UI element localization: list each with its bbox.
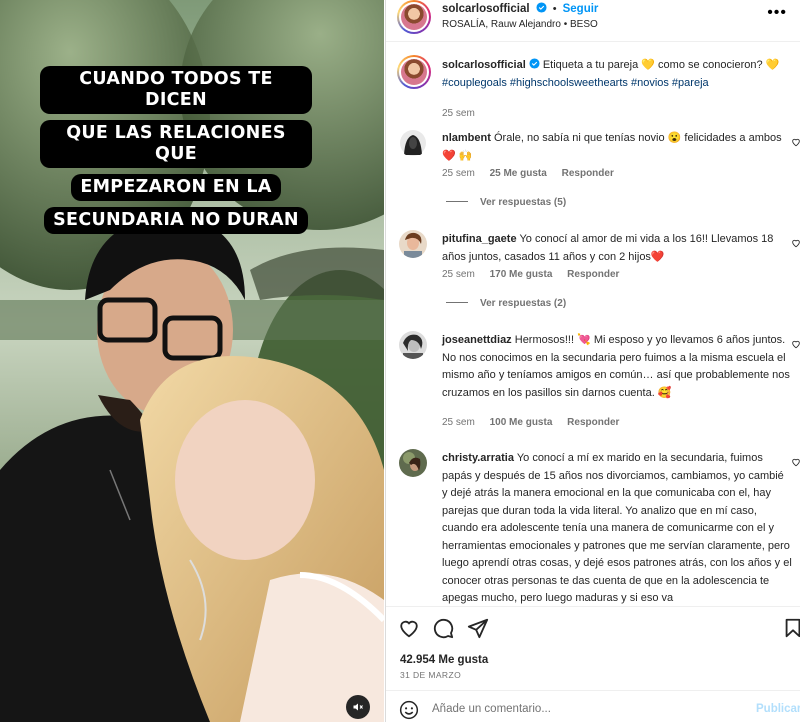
caption-text: Etiqueta a tu pareja 💛 como se conociero… <box>542 59 780 71</box>
comments-list[interactable]: solcarlosofficial Etiqueta a tu pareja 💛… <box>386 43 800 606</box>
view-replies-button[interactable]: Ver respuestas (5) <box>446 197 566 208</box>
caption-hashtags[interactable]: #couplegoals #highschoolsweethearts #nov… <box>442 77 709 89</box>
bookmark-icon[interactable] <box>782 617 800 639</box>
comment-username[interactable]: christy.arratia <box>442 452 514 464</box>
mute-icon <box>353 703 363 711</box>
commenter-avatar[interactable] <box>399 331 427 359</box>
overlay-line: CUANDO TODOS TE DICEN <box>40 66 312 114</box>
comment-likes[interactable]: 170 Me gusta <box>490 269 553 280</box>
heart-icon[interactable] <box>398 617 420 639</box>
comment-text: Yo conocí a mí ex marido en la secundari… <box>442 452 792 604</box>
emoji-icon[interactable] <box>399 700 419 720</box>
comment-time[interactable]: 25 sem <box>442 168 475 179</box>
comment-input[interactable] <box>432 699 732 719</box>
comment-username[interactable]: joseanettdiaz <box>442 334 512 346</box>
comment-likes[interactable]: 100 Me gusta <box>490 417 553 428</box>
more-options-button[interactable]: ••• <box>767 4 787 22</box>
comment-icon[interactable] <box>432 617 454 639</box>
comment-like-icon[interactable] <box>791 137 800 147</box>
view-replies-button[interactable]: Ver respuestas (2) <box>446 298 566 309</box>
share-icon[interactable] <box>467 617 489 639</box>
overlay-line: EMPEZARON EN LA <box>71 174 281 201</box>
author-username[interactable]: solcarlosofficial <box>442 3 530 15</box>
overlay-line: QUE LAS RELACIONES QUE <box>40 120 312 168</box>
caption-avatar[interactable] <box>397 55 431 89</box>
verified-icon <box>536 2 547 13</box>
commenter-avatar[interactable] <box>399 449 427 477</box>
commenter-avatar[interactable] <box>399 129 427 157</box>
reply-button[interactable]: Responder <box>567 417 619 428</box>
comment-username[interactable]: pitufina_gaete <box>442 233 517 245</box>
post-header: solcarlosofficial • Seguir ROSALÍA, Rauw… <box>386 0 800 42</box>
post-media[interactable]: CUANDO TODOS TE DICEN QUE LAS RELACIONES… <box>0 0 384 722</box>
mute-button[interactable] <box>346 695 370 719</box>
post-actions: 42.954 Me gusta 31 DE MARZO <box>386 606 800 690</box>
comment-username[interactable]: nlambent <box>442 132 491 144</box>
post-panel: solcarlosofficial • Seguir ROSALÍA, Rauw… <box>385 0 800 722</box>
comment-like-icon[interactable] <box>791 457 800 467</box>
reply-button[interactable]: Responder <box>562 168 614 179</box>
verified-icon <box>529 58 540 69</box>
publish-button[interactable]: Publicar <box>756 703 800 715</box>
add-comment-bar: Publicar <box>386 690 800 722</box>
video-text-overlay: CUANDO TODOS TE DICEN QUE LAS RELACIONES… <box>40 66 312 240</box>
audio-track[interactable]: ROSALÍA, Rauw Alejandro • BESO <box>442 19 598 30</box>
comment-text: Órale, no sabía ni que tenías novio 😮 fe… <box>442 132 782 162</box>
comment-time[interactable]: 25 sem <box>442 269 475 280</box>
separator-dot: • <box>552 3 557 15</box>
commenter-avatar[interactable] <box>399 230 427 258</box>
caption-time[interactable]: 25 sem <box>442 108 475 119</box>
follow-button[interactable]: Seguir <box>563 3 599 15</box>
caption-username[interactable]: solcarlosofficial <box>442 59 526 71</box>
comment-like-icon[interactable] <box>791 238 800 248</box>
comment-likes[interactable]: 25 Me gusta <box>490 168 547 179</box>
author-avatar[interactable] <box>397 0 431 34</box>
comment-like-icon[interactable] <box>791 339 800 349</box>
comment-time[interactable]: 25 sem <box>442 417 475 428</box>
reply-button[interactable]: Responder <box>567 269 619 280</box>
post-date[interactable]: 31 DE MARZO <box>400 670 461 680</box>
likes-count[interactable]: 42.954 Me gusta <box>400 654 488 666</box>
overlay-line: SECUNDARIA NO DURAN <box>44 207 308 234</box>
